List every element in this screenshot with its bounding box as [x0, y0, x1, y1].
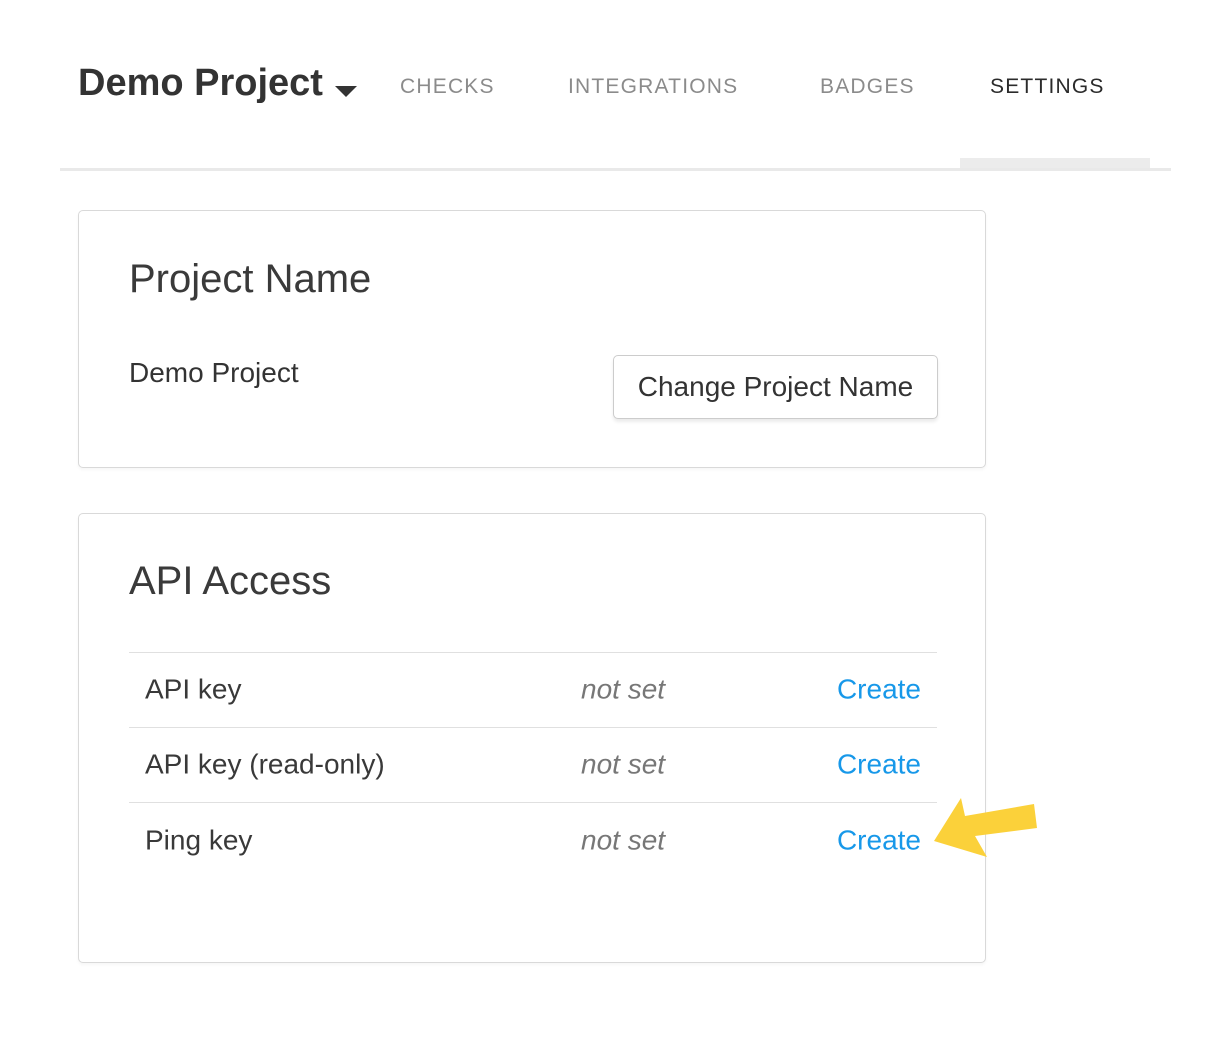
api-key-value: not set [581, 675, 665, 706]
settings-page: Demo Project CHECKS INTEGRATIONS BADGES … [0, 0, 1220, 1059]
project-name-value: Demo Project [129, 358, 299, 389]
api-access-card-title: API Access [129, 559, 331, 603]
table-row-api-key: API key not set Create [129, 653, 937, 728]
api-access-table: API key not set Create API key (read-onl… [129, 652, 937, 878]
table-row-api-key-read-only: API key (read-only) not set Create [129, 728, 937, 803]
table-row-ping-key: Ping key not set Create [129, 803, 937, 878]
project-name-card: Project Name Demo Project Change Project… [78, 210, 986, 468]
nav-divider [60, 168, 1171, 171]
chevron-down-icon [335, 86, 357, 97]
api-key-read-only-label: API key (read-only) [145, 750, 385, 781]
api-access-card: API Access API key not set Create API ke… [78, 513, 986, 963]
api-key-create-link[interactable]: Create [837, 675, 921, 706]
project-name-card-title: Project Name [129, 257, 371, 301]
tab-badges[interactable]: BADGES [820, 76, 915, 97]
ping-key-value: not set [581, 825, 665, 856]
ping-key-label: Ping key [145, 825, 252, 856]
project-switcher-label: Demo Project [78, 62, 323, 104]
project-switcher[interactable]: Demo Project [78, 64, 323, 102]
ping-key-create-link[interactable]: Create [837, 825, 921, 856]
tab-integrations[interactable]: INTEGRATIONS [568, 76, 738, 97]
api-key-label: API key [145, 675, 241, 706]
tab-checks[interactable]: CHECKS [400, 76, 495, 97]
api-key-read-only-create-link[interactable]: Create [837, 750, 921, 781]
change-project-name-button[interactable]: Change Project Name [613, 355, 938, 419]
api-key-read-only-value: not set [581, 750, 665, 781]
tab-settings[interactable]: SETTINGS [990, 76, 1105, 97]
